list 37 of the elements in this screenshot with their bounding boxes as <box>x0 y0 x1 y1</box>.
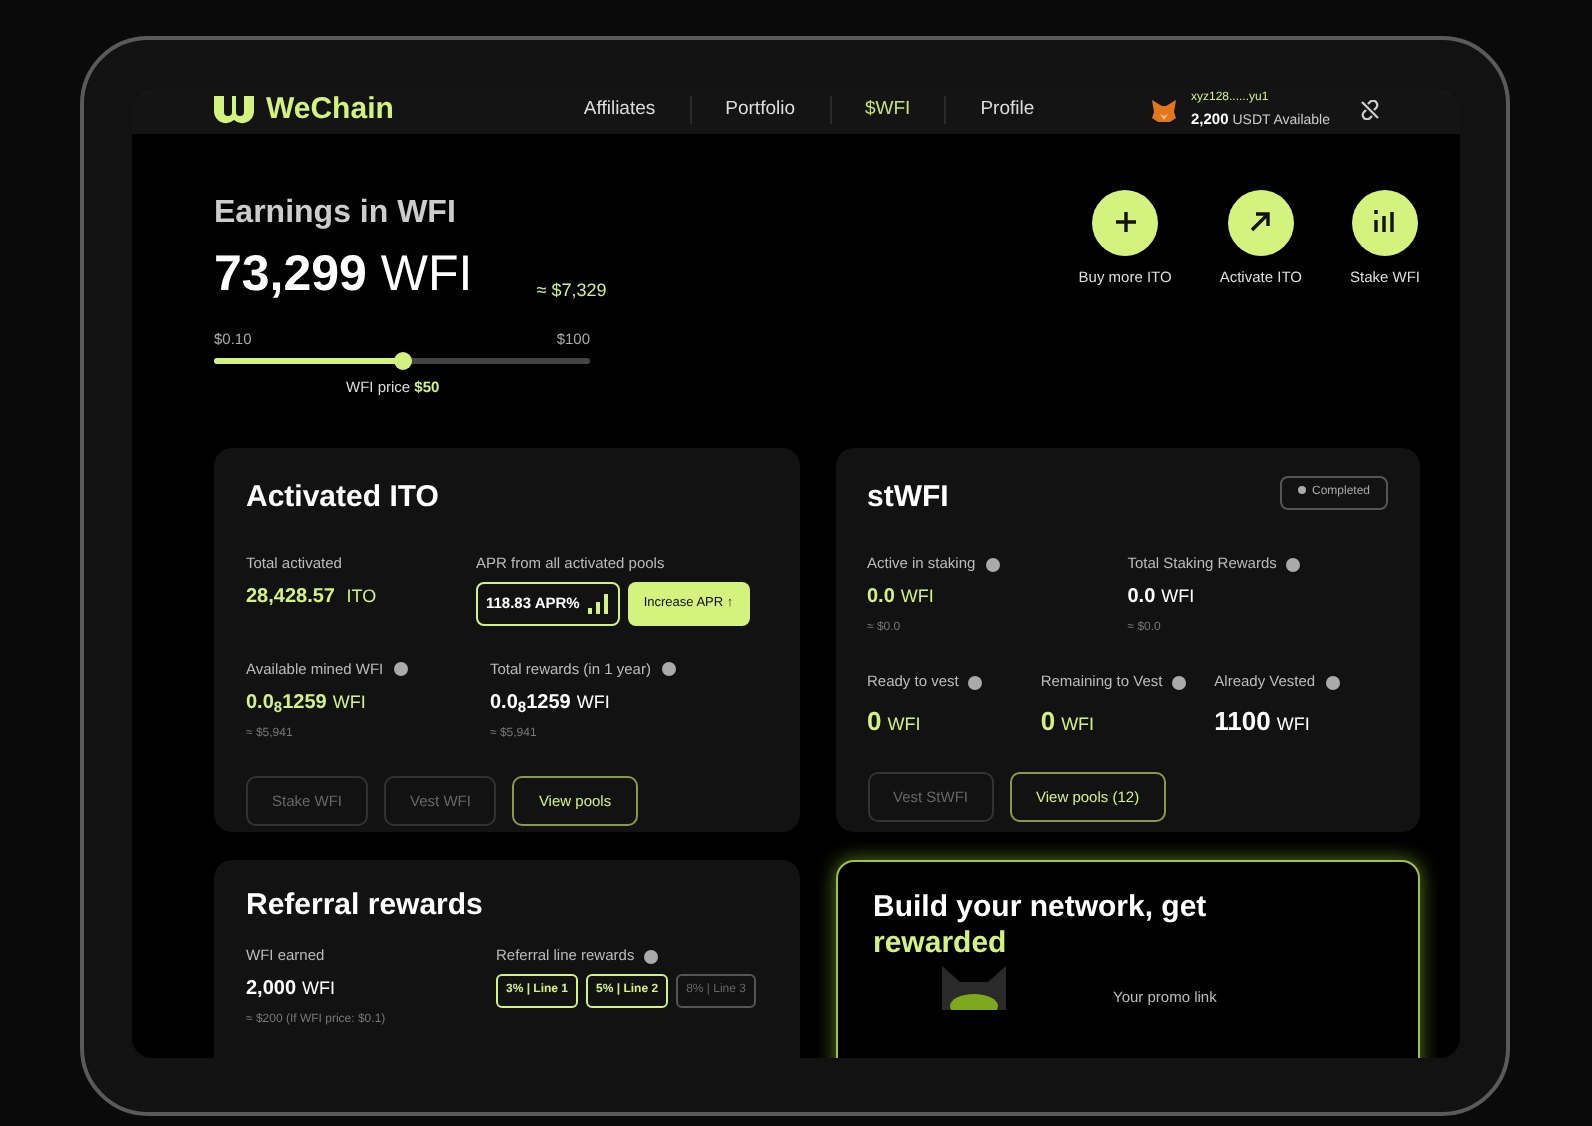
status-dot-icon <box>1297 485 1306 494</box>
card-title: Activated ITO <box>246 477 441 517</box>
stat-value: 0.0 WFI <box>1127 584 1197 613</box>
logo-text: WeChain <box>266 90 394 130</box>
plus-icon <box>1092 189 1159 255</box>
usd-estimate: ≈ $7,329 <box>536 277 607 303</box>
stat-value: 1100 WFI <box>1214 703 1312 739</box>
info-icon <box>985 557 1000 572</box>
slider-thumb[interactable] <box>394 352 412 371</box>
stat-value: 0.0 WFI <box>867 584 936 613</box>
card-title: stWFI <box>867 477 949 517</box>
stat-value: 2,000 WFI <box>246 976 338 1005</box>
stat-value: 28,428.57 ITO <box>246 584 379 613</box>
price-slider[interactable] <box>214 358 590 365</box>
nav-link[interactable]: $WFI <box>831 96 947 125</box>
nav-link[interactable]: Portfolio <box>691 96 831 125</box>
nav-link[interactable]: Profile <box>946 96 1069 125</box>
bar-chart-icon <box>1351 189 1418 255</box>
stat-value: 0.0$_{8}$1259 WFI <box>246 689 368 718</box>
info-icon <box>1325 675 1340 690</box>
promo-title: Build your network, get rewarded <box>873 889 1209 961</box>
stat-value: 0 WFI <box>1040 703 1097 739</box>
fox-icon <box>1149 97 1177 124</box>
info-icon <box>393 662 408 677</box>
info-icon <box>644 949 659 964</box>
info-icon <box>968 675 983 690</box>
info-icon <box>661 662 676 677</box>
stat-value: 0.0$_{8}$1259 WFI <box>490 689 612 718</box>
info-icon <box>1172 675 1187 690</box>
stat-value: 0 WFI <box>867 703 923 739</box>
card-title: Referral rewards <box>246 885 485 925</box>
earnings-amount: 73,299 WFI <box>214 243 473 305</box>
signal-bars-icon <box>587 592 610 615</box>
nav-link[interactable]: Affiliates <box>549 96 692 125</box>
earnings-title: Earnings in WFI <box>214 193 458 233</box>
info-icon <box>1286 557 1301 572</box>
unlink-icon[interactable] <box>1360 99 1380 122</box>
